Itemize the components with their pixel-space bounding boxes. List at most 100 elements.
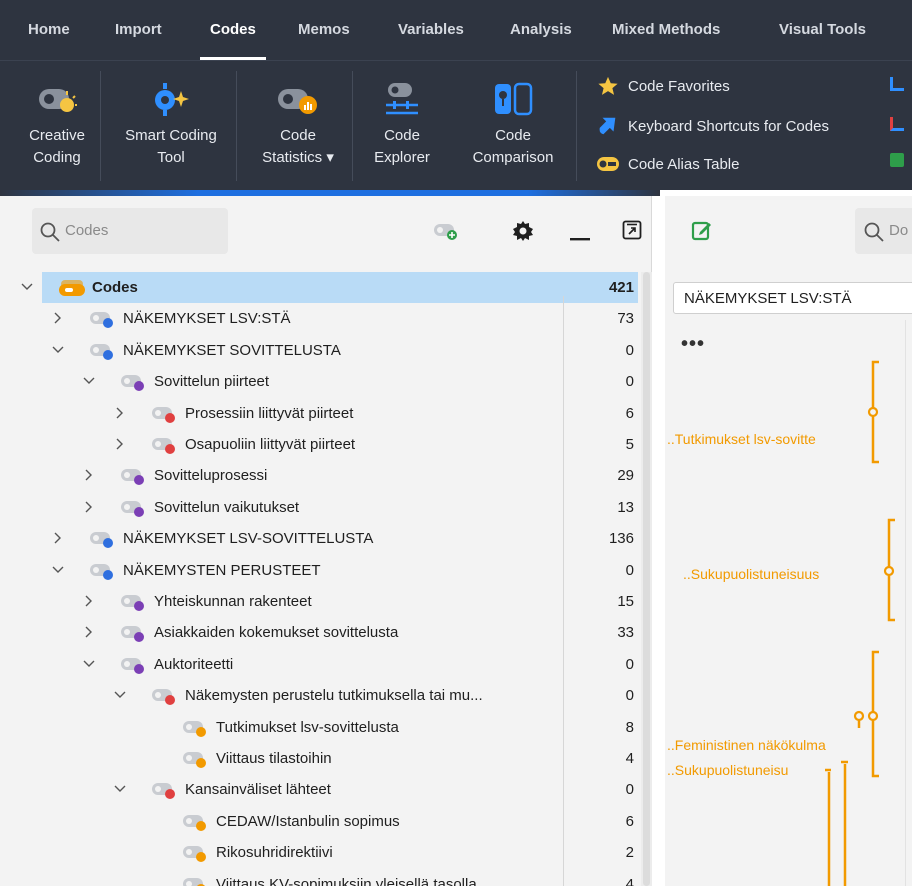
code-explorer-label-2: Explorer [374,149,430,166]
coding-stripe-label[interactable]: ..Sukupuolistuneisu [667,762,788,778]
code-icon [152,689,175,706]
chevron-down-icon[interactable] [113,688,127,702]
code-tree-root[interactable]: Codes 421 [0,272,638,303]
chevron-down-icon[interactable] [113,782,127,796]
creative-coding-label-1: Creative [29,127,85,144]
code-tree-scrollbar[interactable] [641,272,652,886]
chevron-right-icon[interactable] [82,625,96,639]
keyboard-shortcuts-button[interactable]: Keyboard Shortcuts for Codes [596,115,829,137]
code-icon [152,783,175,800]
tab-mixed-methods[interactable]: Mixed Methods [612,0,720,60]
coding-stripe-label[interactable]: ..Feministinen näkökulma [667,737,826,753]
code-statistics-button[interactable]: Code Statistics ▾ [246,73,350,193]
chevron-right-icon[interactable] [82,468,96,482]
coding-stripe-label[interactable]: ..Sukupuolistuneisuus [683,566,819,582]
code-label: Näkemysten perustelu tutkimuksella tai m… [185,687,483,705]
creative-coding-button[interactable]: Creative Coding [20,73,94,193]
code-explorer-icon [360,73,444,125]
gear-icon[interactable] [512,220,534,246]
code-tree-row[interactable]: Viittaus tilastoihin 4 [0,743,638,774]
code-alias-table-button[interactable]: Code Alias Table [596,155,739,173]
code-tree-row[interactable]: Kansainväliset lähteet 0 [0,774,638,805]
code-count: 136 [608,530,634,548]
code-icon [183,846,206,863]
code-tree-row[interactable]: Osapuoliin liittyvät piirteet 5 [0,429,638,460]
codes-search-box[interactable]: Codes [32,208,228,254]
code-tree-row[interactable]: Prosessiin liittyvät piirteet 6 [0,398,638,429]
creative-coding-label-2: Coding [33,149,81,166]
code-label: Viittaus tilastoihin [216,750,332,767]
collapse-minus-icon[interactable] [570,229,590,246]
code-comparison-button[interactable]: Code Comparison [458,73,568,193]
tab-variables[interactable]: Variables [398,0,464,60]
code-count: 5 [625,436,634,453]
scrollbar-thumb[interactable] [643,272,650,886]
code-icon [90,343,113,360]
code-statistics-icon [246,73,350,125]
coding-stripe-label[interactable]: ..Tutkimukset lsv-sovitte [667,431,816,447]
smart-coding-tool-button[interactable]: Smart Coding Tool [108,73,234,193]
selected-code-dropdown[interactable]: NÄKEMYKSET LSV:STÄ [673,282,912,314]
chevron-down-icon[interactable] [82,657,96,671]
code-tree-row[interactable]: Sovittelun piirteet 0 [0,366,638,397]
code-count: 0 [625,561,634,579]
edit-icon[interactable] [691,220,713,246]
code-label: NÄKEMYKSET LSV-SOVITTELUSTA [123,530,374,548]
chevron-right-icon[interactable] [82,594,96,608]
code-tree-row[interactable]: Viittaus KV-sopimuksiin yleisellä tasoll… [0,869,638,886]
code-label: NÄKEMYSTEN PERUSTEET [123,561,321,579]
code-count: 29 [617,467,634,485]
code-comparison-label-2: Comparison [472,149,554,166]
open-window-icon[interactable] [622,220,642,244]
chevron-down-icon[interactable] [51,343,65,357]
code-system-panel: Codes Codes 421 NÄKEMYKSET LSV:STÄ 73 NÄKEMY… [0,196,652,886]
code-tree-row[interactable]: Tutkimukset lsv-sovittelusta 8 [0,712,638,743]
code-tree-row[interactable]: NÄKEMYKSET LSV-SOVITTELUSTA 136 [0,523,638,554]
code-label: NÄKEMYKSET LSV:STÄ [123,310,291,328]
tab-visual-tools[interactable]: Visual Tools [779,0,866,60]
code-icon [121,595,144,611]
chevron-right-icon[interactable] [113,406,127,420]
code-comparison-label-1: Code [495,127,531,144]
chevron-right-icon[interactable] [51,311,65,325]
code-tree-row[interactable]: Auktoriteetti 0 [0,649,638,680]
tab-codes[interactable]: Codes [200,0,266,60]
code-label: Viittaus KV-sopimuksiin yleisellä tasoll… [216,875,477,886]
code-tree-row[interactable]: Yhteiskunnan rakenteet 15 [0,586,638,617]
code-icon [121,469,144,486]
keyboard-shortcuts-label: Keyboard Shortcuts for Codes [628,117,829,135]
code-tree-row[interactable]: NÄKEMYSTEN PERUSTEET 0 [0,555,638,586]
code-statistics-label-2: Statistics ▾ [262,149,334,166]
tab-import[interactable]: Import [115,0,162,60]
search-icon [39,221,61,247]
new-code-icon[interactable] [432,220,462,246]
document-search-box[interactable]: Do [855,208,912,254]
code-icon [121,626,144,643]
tab-memos[interactable]: Memos [298,0,350,60]
code-explorer-button[interactable]: Code Explorer [360,73,444,193]
tab-analysis[interactable]: Analysis [510,0,572,60]
code-label: Kansainväliset lähteet [185,781,331,799]
chevron-down-icon[interactable] [20,280,34,294]
chevron-right-icon[interactable] [51,531,65,545]
overflow-tool-icons[interactable] [890,77,904,167]
code-tree-row[interactable]: Sovitteluprosessi 29 [0,460,638,491]
code-icon [90,563,113,580]
code-tree-row[interactable]: NÄKEMYKSET SOVITTELUSTA 0 [0,335,638,366]
code-tree-row[interactable]: Näkemysten perustelu tutkimuksella tai m… [0,680,638,711]
chevron-right-icon[interactable] [113,437,127,451]
code-favorites-button[interactable]: Code Favorites [596,75,730,97]
code-count: 6 [625,812,634,830]
code-tree-row[interactable]: Rikosuhridirektiivi 2 [0,837,638,868]
tab-home[interactable]: Home [28,0,70,60]
code-tree-row[interactable]: CEDAW/Istanbulin sopimus 6 [0,806,638,837]
code-tree-row[interactable]: Asiakkaiden kokemukset sovittelusta 33 [0,617,638,648]
ribbon-separator [352,71,353,181]
code-comparison-icon [458,73,568,125]
chevron-down-icon[interactable] [51,563,65,577]
code-tree-row[interactable]: NÄKEMYKSET LSV:STÄ 73 [0,303,638,334]
chevron-right-icon[interactable] [82,500,96,514]
chevron-down-icon[interactable] [82,374,96,388]
code-tree-row[interactable]: Sovittelun vaikutukset 13 [0,492,638,523]
code-icon [183,752,206,768]
